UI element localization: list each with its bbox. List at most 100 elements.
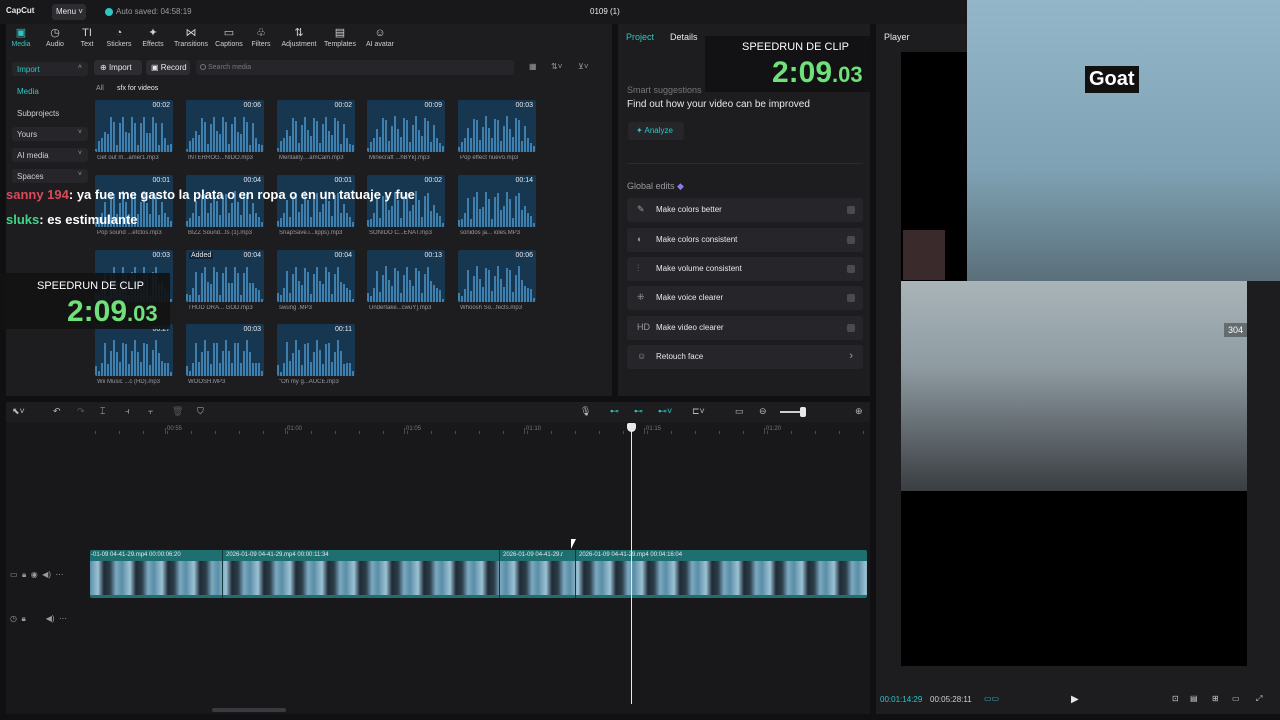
magnet-icon[interactable]: ⊷	[634, 406, 643, 417]
filter-icon[interactable]: ⊻˅	[578, 62, 589, 71]
edit-toggle[interactable]	[847, 294, 855, 302]
zoom-in-icon[interactable]: ⊕	[855, 406, 863, 417]
timecode-icon[interactable]: ▭▭	[984, 694, 999, 703]
media-tile[interactable]: 00:06	[458, 250, 536, 302]
timer-ms: .03	[127, 301, 158, 326]
sidebar-item-spaces[interactable]: Spaces ˅	[12, 169, 88, 183]
speaker-icon[interactable]: ◀)	[42, 570, 51, 579]
media-tile[interactable]: 00:13	[367, 250, 445, 302]
analyze-label: Analyze	[644, 126, 673, 135]
sidebar-item-ai-media[interactable]: AI media ˅	[12, 148, 88, 162]
split-icon[interactable]: ⌶	[100, 406, 105, 417]
video-clip-track[interactable]	[90, 550, 867, 598]
edit-toggle[interactable]	[847, 206, 855, 214]
zoom-out-icon[interactable]: ⊖	[759, 406, 767, 417]
import-button[interactable]: ⊕ Import	[94, 60, 142, 75]
play-icon[interactable]: ▶	[1071, 694, 1079, 705]
split-right-icon[interactable]: ⫟	[148, 406, 153, 417]
more-icon[interactable]: ⋯	[59, 614, 67, 623]
breadcrumb-folder[interactable]: sfx for videos	[117, 85, 158, 92]
global-edit-make-voice-clearer[interactable]: ⁜ Make voice clearer	[627, 286, 863, 310]
clip-boundary[interactable]	[499, 550, 500, 598]
grid-view-icon[interactable]: ▦	[529, 62, 537, 71]
microphone-icon[interactable]: 🎙	[580, 406, 591, 417]
media-tile[interactable]: 00:14	[458, 175, 536, 227]
delete-icon[interactable]: 🗑	[172, 406, 183, 417]
toolbar-filters[interactable]: ♧ Filters	[246, 24, 276, 52]
media-tile[interactable]: 00:27	[95, 324, 173, 376]
tab-details[interactable]: Details	[670, 32, 698, 42]
toolbar-text[interactable]: TI Text	[72, 24, 102, 52]
snap-icon[interactable]: ⊷˅	[658, 406, 672, 417]
toolbar-effects[interactable]: ✦ Effects	[136, 24, 170, 52]
cover-icon[interactable]: ▭	[10, 570, 18, 579]
menu-button[interactable]: Menu ˅	[52, 4, 86, 20]
media-tile[interactable]: 00:03	[186, 324, 264, 376]
edit-toggle[interactable]	[847, 236, 855, 244]
sidebar-item-subprojects[interactable]: Subprojects	[12, 106, 88, 120]
link-icon[interactable]: ⊷	[610, 406, 619, 417]
horizontal-scrollbar[interactable]	[212, 708, 286, 712]
media-tile[interactable]: 00:06	[186, 100, 264, 152]
fullscreen-icon[interactable]: ⤢	[1256, 694, 1262, 704]
toolbar-templates[interactable]: ▤ Templates	[320, 24, 360, 52]
record-button[interactable]: ▣ Record	[146, 60, 190, 75]
breadcrumb-all[interactable]: All	[96, 85, 104, 92]
global-edits-label: Global edits	[627, 181, 675, 191]
media-tile[interactable]: 00:04	[277, 250, 355, 302]
media-tile[interactable]: 00:04 Added	[186, 250, 264, 302]
shield-icon[interactable]: ⛉	[197, 406, 204, 417]
edit-toggle[interactable]	[847, 265, 855, 273]
tile-filename: Pop effect nuevo.mp3	[460, 155, 519, 161]
caption-icon[interactable]: ▭	[735, 406, 744, 417]
toolbar-stickers[interactable]: ◔ Stickers	[102, 24, 136, 52]
ruler-tick	[285, 428, 286, 434]
media-tile[interactable]: 00:11	[277, 324, 355, 376]
redo-icon[interactable]: ↷	[77, 406, 85, 417]
quality-icon[interactable]: ▤	[1190, 694, 1198, 703]
toolbar-adjustment[interactable]: ⇅ Adjustment	[278, 24, 320, 52]
global-edit-make-colors-consistent[interactable]: ◐ Make colors consistent	[627, 228, 863, 252]
toolbar-ai-avatar[interactable]: ☺ AI avatar	[360, 24, 400, 52]
zoom-slider-handle[interactable]	[800, 407, 806, 417]
toolbar-audio[interactable]: ◷ Audio	[40, 24, 70, 52]
ratio-icon[interactable]: ▭	[1232, 694, 1240, 703]
global-edit-make-volume-consistent[interactable]: ⫶ Make volume consistent	[627, 257, 863, 281]
eye-icon[interactable]: ◉	[31, 570, 38, 579]
media-tile[interactable]: 00:09	[367, 100, 445, 152]
media-tile[interactable]: 00:02	[277, 100, 355, 152]
playhead[interactable]	[631, 426, 632, 704]
lock-icon[interactable]: 🔒︎	[22, 570, 26, 579]
playhead-handle[interactable]	[627, 423, 636, 432]
undo-icon[interactable]: ↶	[53, 406, 61, 417]
global-edit-make-video-clearer[interactable]: HD Make video clearer	[627, 316, 863, 340]
sidebar-item-yours[interactable]: Yours ˅	[12, 127, 88, 141]
toolbar-label: Transitions	[174, 41, 208, 48]
global-edit-make-colors-better[interactable]: ✎ Make colors better	[627, 198, 863, 222]
more-icon[interactable]: ⋯	[55, 570, 63, 579]
fullscreen-fit-icon[interactable]: ⊞	[1212, 694, 1219, 703]
media-tile[interactable]: 00:02	[95, 100, 173, 152]
toolbar-media[interactable]: ▣ Media	[6, 24, 36, 52]
sidebar-item-media[interactable]: Media	[12, 84, 88, 98]
media-tile[interactable]: 00:03	[458, 100, 536, 152]
toolbar-captions[interactable]: ▭ Captions	[212, 24, 246, 52]
ruler-tick	[524, 428, 525, 434]
split-left-icon[interactable]: ⫞	[125, 406, 130, 417]
speaker-icon[interactable]: ◀)	[46, 614, 55, 623]
sort-icon[interactable]: ⇅˅	[551, 62, 562, 71]
lock-icon[interactable]: 🔒︎	[21, 614, 25, 623]
edit-toggle[interactable]	[847, 324, 855, 332]
analyze-button[interactable]: ✦ Analyze	[628, 122, 684, 140]
preview-axis-icon[interactable]: ⊏˅	[692, 406, 705, 417]
clip-boundary[interactable]	[575, 550, 576, 598]
global-edit-retouch-face[interactable]: ☺ Retouch face ›	[627, 345, 863, 369]
crop-icon[interactable]: ⊡	[1172, 694, 1179, 703]
search-input[interactable]: Search media	[196, 60, 514, 75]
tab-project[interactable]: Project	[626, 32, 654, 42]
clip-boundary[interactable]	[222, 550, 223, 598]
speedrun-title: SPEEDRUN DE CLIP	[37, 280, 144, 292]
select-tool-icon[interactable]: ⬉˅	[12, 406, 25, 417]
toolbar-transitions[interactable]: ⋈ Transitions	[170, 24, 212, 52]
sidebar-item-import[interactable]: Import ˄	[12, 62, 88, 76]
